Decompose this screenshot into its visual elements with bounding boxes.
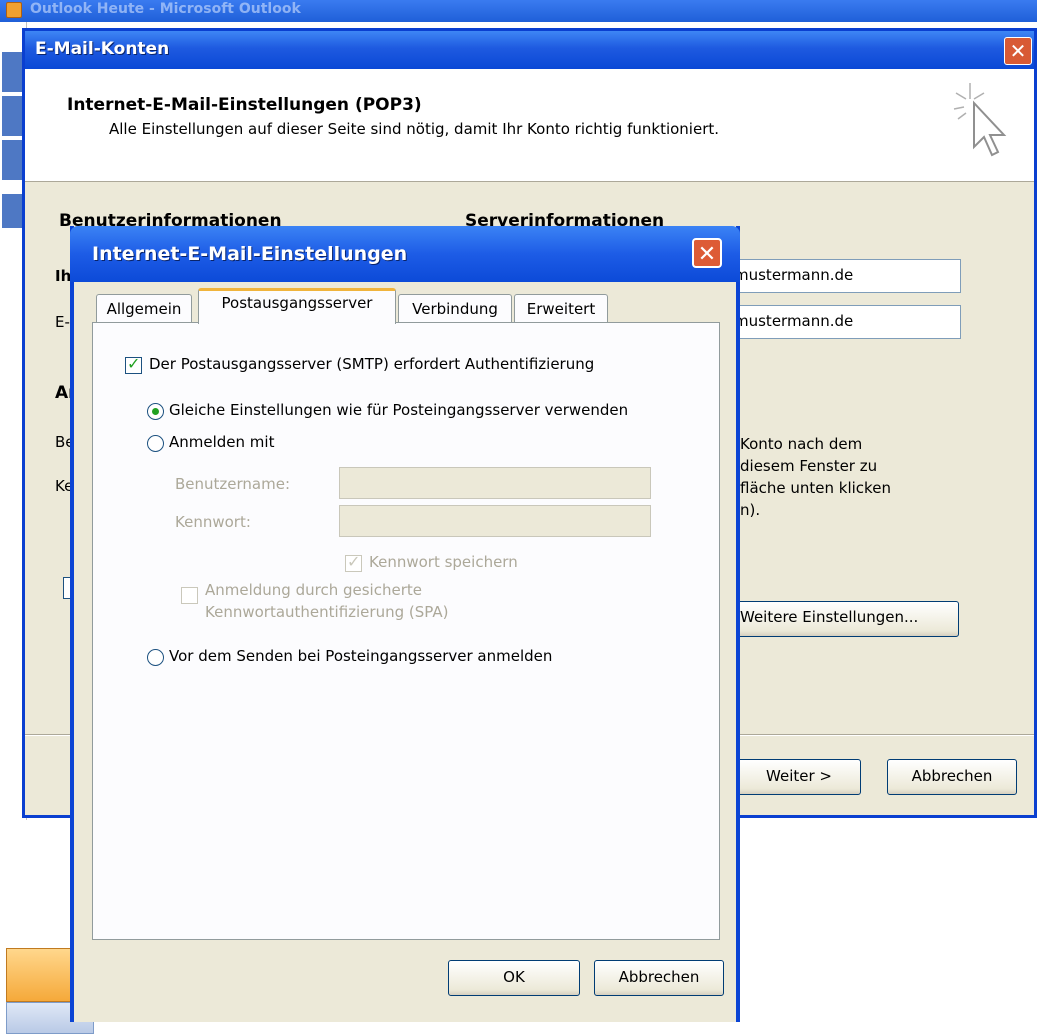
info-text-line: n). bbox=[740, 501, 761, 519]
outlook-app-icon bbox=[6, 2, 22, 18]
outlook-strip-tab[interactable] bbox=[2, 96, 22, 136]
smtp-auth-label[interactable]: Der Postausgangsserver (SMTP) erfordert … bbox=[149, 355, 594, 373]
ok-button[interactable]: OK bbox=[448, 960, 580, 996]
pop-before-smtp-radio[interactable] bbox=[147, 649, 164, 666]
username-input[interactable] bbox=[339, 467, 651, 499]
spa-label-line2: Kennwortauthentifizierung (SPA) bbox=[205, 603, 449, 621]
outgoing-server-field[interactable]: mustermann.de bbox=[731, 305, 961, 339]
label-name: Ih bbox=[55, 267, 72, 285]
username-label: Benutzername: bbox=[175, 475, 291, 493]
next-button[interactable]: Weiter > bbox=[737, 759, 861, 795]
pop-before-smtp-label[interactable]: Vor dem Senden bei Posteingangsserver an… bbox=[169, 647, 552, 665]
login-with-label[interactable]: Anmelden mit bbox=[169, 433, 274, 451]
close-icon[interactable]: ✕ bbox=[1004, 37, 1032, 65]
smtp-auth-checkbox[interactable] bbox=[125, 354, 142, 374]
info-text: Konto nach dem diesem Fenster zu fläche … bbox=[740, 433, 970, 521]
cursor-sparkle-icon bbox=[953, 83, 1007, 157]
close-icon[interactable]: ✕ bbox=[692, 238, 722, 268]
login-with-radio[interactable] bbox=[147, 435, 164, 452]
tab-postausgangsserver[interactable]: Postausgangsserver bbox=[198, 288, 396, 324]
outlook-strip-tab[interactable] bbox=[2, 194, 22, 228]
wizard-header-title: Internet-E-Mail-Einstellungen (POP3) bbox=[67, 95, 422, 115]
internet-settings-title: Internet-E-Mail-Einstellungen bbox=[92, 243, 408, 265]
spa-checkbox[interactable] bbox=[181, 587, 198, 604]
tab-panel: Der Postausgangsserver (SMTP) erfordert … bbox=[92, 322, 720, 940]
cancel-button[interactable]: Abbrechen bbox=[887, 759, 1017, 795]
same-settings-label[interactable]: Gleiche Einstellungen wie für Posteingan… bbox=[169, 401, 628, 419]
outlook-strip-tab[interactable] bbox=[2, 140, 22, 180]
wizard-header-subtitle: Alle Einstellungen auf dieser Seite sind… bbox=[109, 120, 720, 138]
cancel-button[interactable]: Abbrechen bbox=[594, 960, 724, 996]
wizard-header: Internet-E-Mail-Einstellungen (POP3) All… bbox=[25, 69, 1034, 182]
internet-settings-dialog: Internet-E-Mail-Einstellungen ✕ Allgemei… bbox=[70, 226, 740, 1022]
info-text-line: fläche unten klicken bbox=[740, 479, 891, 497]
tab-erweitert[interactable]: Erweitert bbox=[514, 294, 608, 324]
tab-allgemein[interactable]: Allgemein bbox=[96, 294, 192, 324]
label-email: E- bbox=[55, 313, 70, 331]
same-settings-radio[interactable] bbox=[147, 403, 164, 420]
save-password-checkbox[interactable] bbox=[345, 552, 362, 572]
save-password-label: Kennwort speichern bbox=[369, 553, 518, 571]
info-text-line: Konto nach dem bbox=[740, 435, 863, 453]
email-accounts-title: E-Mail-Konten bbox=[35, 39, 170, 59]
info-text-line: diesem Fenster zu bbox=[740, 457, 878, 475]
outlook-window-title: Outlook Heute - Microsoft Outlook bbox=[30, 1, 301, 17]
outlook-titlebar: Outlook Heute - Microsoft Outlook bbox=[0, 0, 1037, 22]
tab-verbindung[interactable]: Verbindung bbox=[398, 294, 512, 324]
password-label: Kennwort: bbox=[175, 513, 251, 531]
password-input[interactable] bbox=[339, 505, 651, 537]
incoming-server-field[interactable]: mustermann.de bbox=[731, 259, 961, 293]
spa-label-line1: Anmeldung durch gesicherte bbox=[205, 581, 422, 599]
more-settings-button[interactable]: Weitere Einstellungen... bbox=[721, 601, 959, 637]
email-accounts-titlebar: E-Mail-Konten ✕ bbox=[25, 31, 1034, 69]
outlook-strip-tab[interactable] bbox=[2, 52, 22, 92]
internet-settings-titlebar: Internet-E-Mail-Einstellungen ✕ bbox=[70, 226, 740, 282]
